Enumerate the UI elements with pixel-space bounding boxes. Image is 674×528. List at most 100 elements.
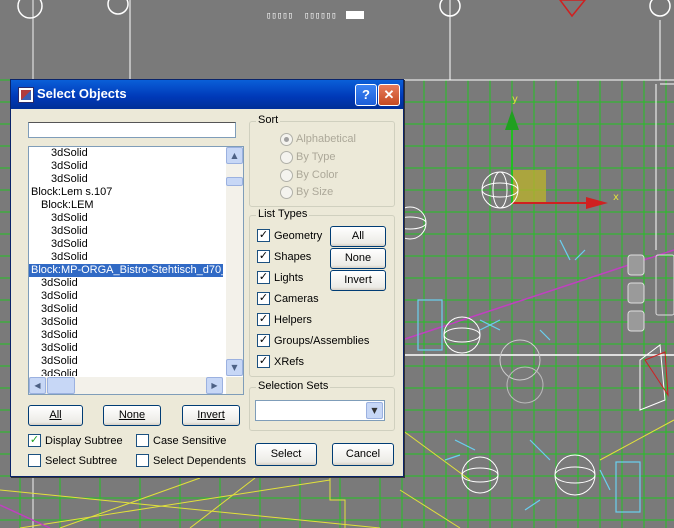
checkmark-icon[interactable]: ✓ — [257, 229, 270, 242]
list-item[interactable]: 3dSolid — [29, 238, 223, 251]
question-icon: ? — [362, 87, 370, 102]
checkmark-icon[interactable]: ✓ — [257, 313, 270, 326]
list-item[interactable]: Block:Lem s.107 — [29, 186, 223, 199]
list-item[interactable]: 3dSolid — [29, 147, 223, 160]
display-subtree-checkbox[interactable]: ✓ Display Subtree — [28, 434, 148, 448]
list-type-shapes-checkbox[interactable]: ✓ Shapes — [257, 250, 332, 264]
case-sensitive-check[interactable] — [136, 434, 149, 447]
list-item[interactable]: 3dSolid — [29, 160, 223, 173]
list-item[interactable]: 3dSolid — [29, 173, 223, 186]
close-button[interactable]: ✕ — [378, 84, 400, 106]
select-button[interactable]: Select — [255, 443, 317, 466]
list-types-invert-button[interactable]: Invert — [330, 270, 386, 291]
radio-dot[interactable] — [280, 169, 293, 182]
list-type-label: XRefs — [274, 356, 304, 368]
list-type-label: Lights — [274, 272, 304, 284]
list-type-groups-assemblies-checkbox[interactable]: ✓ Groups/Assemblies — [257, 334, 369, 348]
checkmark-icon[interactable]: ✓ — [257, 292, 270, 305]
select-subtree-label: Select Subtree — [45, 455, 118, 467]
sort-by-color-label: By Color — [296, 169, 339, 181]
sort-alphabetical-radio[interactable]: Alphabetical — [280, 132, 390, 146]
display-subtree-label: Display Subtree — [45, 435, 123, 447]
horizontal-scrollbar[interactable]: ◀ ▶ — [29, 377, 223, 394]
select-subtree-checkbox[interactable]: Select Subtree — [28, 454, 148, 468]
scroll-right-button[interactable]: ▶ — [206, 377, 223, 394]
checkmark-icon[interactable]: ✓ — [257, 355, 270, 368]
list-type-lights-checkbox[interactable]: ✓ Lights — [257, 271, 332, 285]
list-types-none-label: None — [344, 252, 372, 264]
list-item[interactable]: 3dSolid — [29, 212, 223, 225]
object-list-items: 3dSolid 3dSolid 3dSolid Block:Lem s.107 Bloc… — [29, 147, 223, 376]
list-item[interactable]: 3dSolid — [29, 316, 223, 329]
list-item[interactable]: 3dSolid — [29, 329, 223, 342]
list-type-label: Shapes — [274, 251, 312, 263]
list-type-label: Geometry — [274, 230, 323, 242]
invert-label: Invert — [197, 409, 225, 421]
list-item[interactable]: 3dSolid — [29, 225, 223, 238]
list-types-all-label: All — [351, 230, 365, 242]
list-item[interactable]: Block:MP-ORGA_Bistro-Stehtisch_d70_ — [29, 264, 223, 277]
select-dependents-checkbox[interactable]: Select Dependents — [136, 454, 256, 468]
radio-dot[interactable] — [280, 186, 293, 199]
select-all-button[interactable]: All — [28, 405, 83, 426]
invert-selection-button[interactable]: Invert — [182, 405, 240, 426]
sort-by-type-radio[interactable]: By Type — [280, 150, 390, 164]
chevron-down-icon[interactable]: ▼ — [366, 402, 383, 419]
dialog-titlebar[interactable]: Select Objects ? ✕ — [11, 80, 403, 109]
sort-group-label: Sort — [256, 114, 281, 126]
case-sensitive-checkbox[interactable]: Case Sensitive — [136, 434, 256, 448]
list-item[interactable]: 3dSolid — [29, 251, 223, 264]
app-icon — [18, 87, 34, 103]
list-types-group-label: List Types — [256, 208, 310, 220]
checkmark-icon[interactable]: ✓ — [257, 250, 270, 263]
name-filter-input[interactable] — [28, 122, 236, 138]
list-item[interactable]: 3dSolid — [29, 368, 223, 376]
axis-y-label: y — [512, 94, 518, 105]
sort-alphabetical-label: Alphabetical — [296, 133, 356, 145]
sort-by-size-radio[interactable]: By Size — [280, 185, 390, 199]
close-x-icon: ✕ — [383, 87, 395, 102]
list-item[interactable]: 3dSolid — [29, 342, 223, 355]
cancel-button[interactable]: Cancel — [332, 443, 394, 466]
selection-sets-group-label: Selection Sets — [256, 380, 331, 392]
list-item[interactable]: 3dSolid — [29, 303, 223, 316]
list-item[interactable]: 3dSolid — [29, 290, 223, 303]
select-subtree-check[interactable] — [28, 454, 41, 467]
scroll-left-button[interactable]: ◀ — [29, 377, 46, 394]
radio-dot[interactable] — [280, 133, 293, 146]
sort-group: Sort Alphabetical By Type By Color By Si… — [249, 114, 395, 207]
selection-sets-dropdown[interactable]: ▼ — [255, 400, 385, 421]
list-type-geometry-checkbox[interactable]: ✓ Geometry — [257, 229, 332, 243]
list-types-none-button[interactable]: None — [330, 248, 386, 269]
scroll-down-button[interactable]: ▼ — [226, 359, 243, 376]
select-dependents-check[interactable] — [136, 454, 149, 467]
scroll-corner — [226, 377, 243, 394]
dialog-title: Select Objects — [37, 86, 127, 101]
list-types-group: List Types ✓ Geometry ✓ Shapes ✓ Lights ✓ Camer… — [249, 208, 395, 377]
sort-by-size-label: By Size — [296, 186, 334, 198]
list-type-xrefs-checkbox[interactable]: ✓ XRefs — [257, 355, 332, 369]
list-types-invert-label: Invert — [344, 274, 372, 286]
list-type-cameras-checkbox[interactable]: ✓ Cameras — [257, 292, 332, 306]
checkmark-icon[interactable]: ✓ — [257, 271, 270, 284]
list-item[interactable]: 3dSolid — [29, 355, 223, 368]
select-none-button[interactable]: None — [103, 405, 161, 426]
list-type-label: Cameras — [274, 293, 319, 305]
help-button[interactable]: ? — [355, 84, 377, 106]
select-objects-dialog: Select Objects ? ✕ 3dSolid 3dSolid 3dSolid… — [10, 79, 404, 477]
radio-dot[interactable] — [280, 151, 293, 164]
list-item[interactable]: 3dSolid — [29, 277, 223, 290]
scroll-up-button[interactable]: ▲ — [226, 147, 243, 164]
list-types-all-button[interactable]: All — [330, 226, 386, 247]
list-type-label: Helpers — [274, 314, 312, 326]
sort-by-color-radio[interactable]: By Color — [280, 168, 390, 182]
list-type-helpers-checkbox[interactable]: ✓ Helpers — [257, 313, 332, 327]
object-list[interactable]: 3dSolid 3dSolid 3dSolid Block:Lem s.107 Bloc… — [28, 146, 244, 395]
select-none-label: None — [118, 409, 146, 421]
display-subtree-check[interactable]: ✓ — [28, 434, 41, 447]
checkmark-icon[interactable]: ✓ — [257, 334, 270, 347]
vertical-scroll-thumb[interactable] — [226, 177, 243, 186]
horizontal-scroll-thumb[interactable] — [47, 377, 75, 394]
vertical-scrollbar[interactable]: ▲ ▼ — [226, 147, 243, 376]
list-item[interactable]: Block:LEM — [29, 199, 223, 212]
